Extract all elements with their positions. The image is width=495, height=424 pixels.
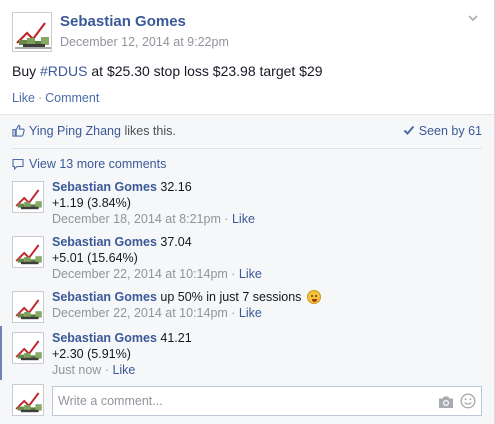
meta-separator: · <box>227 267 239 281</box>
comment-author[interactable]: Sebastian Gomes <box>52 331 157 345</box>
comment-item: Sebastian Gomes 32.16 +1.19 (3.84%) Dece… <box>12 179 482 227</box>
feedback-section: Ying Ping Zhang likes this. Seen by 61 V… <box>0 114 494 424</box>
post-text-after: at $25.30 stop loss $23.98 target $29 <box>87 63 323 79</box>
seen-by-label: Seen by 61 <box>418 124 482 138</box>
post-card: Sebastian Gomes December 12, 2014 at 9:2… <box>0 0 495 424</box>
comment-timestamp[interactable]: December 18, 2014 at 8:21pm <box>52 212 221 226</box>
meta-separator: · <box>220 212 232 226</box>
seen-by[interactable]: Seen by 61 <box>403 124 482 138</box>
view-more-label: View 13 more comments <box>29 157 167 171</box>
comment-like-link[interactable]: Like <box>239 267 262 281</box>
smiley-icon[interactable] <box>460 393 476 409</box>
comment-item: Sebastian Gomes 41.21 +2.30 (5.91%) Just… <box>0 326 482 380</box>
comment-text-line2: +5.01 (15.64%) <box>52 251 138 265</box>
comment-timestamp[interactable]: December 22, 2014 at 10:14pm <box>52 306 228 320</box>
comment-text: up 50% in just 7 sessions <box>156 290 305 304</box>
view-more-comments[interactable]: View 13 more comments <box>12 157 166 171</box>
comment-like-link[interactable]: Like <box>112 363 135 377</box>
comment-text: 41.21 <box>156 331 192 345</box>
likes-suffix: likes this. <box>120 124 176 138</box>
meta-separator: · <box>101 363 113 377</box>
comment-text-line2: +1.19 (3.84%) <box>52 196 131 210</box>
post-text-before: Buy <box>12 63 41 79</box>
liker-name[interactable]: Ying Ping Zhang <box>29 124 121 138</box>
composer-avatar <box>12 384 44 416</box>
post-timestamp[interactable]: December 12, 2014 at 9:22pm <box>60 35 229 49</box>
comment-bubble-icon <box>12 158 24 170</box>
comment-body: Sebastian Gomes 37.04 +5.01 (15.64%) Dec… <box>52 234 262 282</box>
post-author[interactable]: Sebastian Gomes <box>60 13 186 30</box>
thumbs-up-icon <box>12 124 25 137</box>
comment-text: 37.04 <box>156 235 192 249</box>
hashtag-link[interactable]: #RDUS <box>40 63 87 79</box>
meta-separator: · <box>227 306 239 320</box>
comment-body: Sebastian Gomes up 50% in just 7 session… <box>52 289 321 321</box>
post-actions: Like · Comment <box>12 91 99 105</box>
comment-avatar[interactable] <box>12 332 44 364</box>
comment-like-link[interactable]: Like <box>232 212 255 226</box>
comment-body: Sebastian Gomes 32.16 +1.19 (3.84%) Dece… <box>52 179 255 227</box>
action-separator: · <box>37 91 43 105</box>
comment-timestamp[interactable]: December 22, 2014 at 10:14pm <box>52 267 228 281</box>
comment-author[interactable]: Sebastian Gomes <box>52 235 157 249</box>
comment-link[interactable]: Comment <box>45 91 99 105</box>
comment-avatar[interactable] <box>12 236 44 268</box>
camera-icon[interactable] <box>438 395 454 409</box>
post-header: Sebastian Gomes December 12, 2014 at 9:2… <box>12 12 482 52</box>
comment-composer <box>12 383 482 417</box>
comment-avatar[interactable] <box>12 291 44 323</box>
post-text: Buy #RDUS at $25.30 stop loss $23.98 tar… <box>12 63 323 79</box>
comment-avatar[interactable] <box>12 181 44 213</box>
comment-timestamp[interactable]: Just now <box>52 363 101 377</box>
like-link[interactable]: Like <box>12 91 35 105</box>
comment-input[interactable] <box>52 386 482 416</box>
avatar[interactable] <box>12 12 52 52</box>
comment-author[interactable]: Sebastian Gomes <box>52 290 157 304</box>
comment-item: Sebastian Gomes 37.04 +5.01 (15.64%) Dec… <box>12 234 482 282</box>
chevron-down-icon[interactable] <box>466 12 480 26</box>
comment-text: 32.16 <box>156 180 192 194</box>
likes-summary: Ying Ping Zhang likes this. Seen by 61 <box>12 124 482 140</box>
comment-like-link[interactable]: Like <box>239 306 262 320</box>
comment-author[interactable]: Sebastian Gomes <box>52 180 157 194</box>
divider <box>12 148 482 149</box>
comment-text-line2: +2.30 (5.91%) <box>52 347 131 361</box>
tongue-smiley-icon <box>306 290 321 304</box>
comment-item: Sebastian Gomes up 50% in just 7 session… <box>12 289 482 329</box>
new-comment-indicator <box>0 326 2 380</box>
comment-body: Sebastian Gomes 41.21 +2.30 (5.91%) Just… <box>52 330 192 378</box>
checkmark-icon <box>403 125 415 135</box>
